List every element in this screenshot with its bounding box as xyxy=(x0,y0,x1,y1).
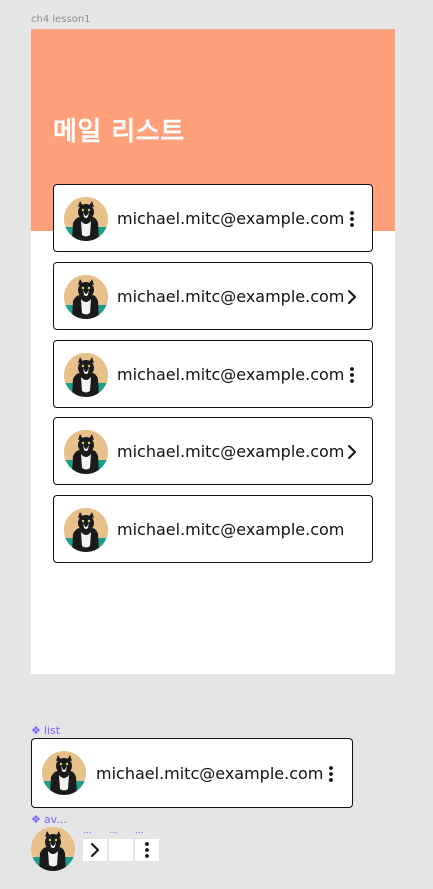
list-component[interactable]: michael.mitc@example.com xyxy=(31,738,353,808)
mail-list-row[interactable]: michael.mitc@example.com xyxy=(53,417,373,485)
chevron-right-icon[interactable] xyxy=(83,839,107,861)
empty-icon-slot[interactable] xyxy=(109,839,133,861)
page-title: 메일 리스트 xyxy=(53,117,185,147)
mail-list-row[interactable]: michael.mitc@example.com xyxy=(53,262,373,330)
email-address: michael.mitc@example.com xyxy=(117,209,345,228)
avatar xyxy=(64,508,108,552)
icon-variant-label: ... xyxy=(135,826,144,836)
mail-list-row[interactable]: michael.mitc@example.com xyxy=(53,340,373,408)
email-address: michael.mitc@example.com xyxy=(117,442,345,461)
avatar-component-label[interactable]: ❖ av... xyxy=(31,813,67,826)
component-icon: ❖ xyxy=(31,813,41,826)
avatar xyxy=(64,430,108,474)
more-vertical-icon[interactable] xyxy=(344,366,360,384)
email-address: michael.mitc@example.com xyxy=(117,365,345,384)
more-vertical-icon[interactable] xyxy=(135,839,159,861)
frame-label: ch4 lesson1 xyxy=(31,14,91,25)
chevron-right-icon[interactable] xyxy=(344,443,360,461)
mail-list-row[interactable]: michael.mitc@example.com xyxy=(53,184,373,252)
more-vertical-icon[interactable] xyxy=(323,765,339,783)
mail-list-row[interactable]: michael.mitc@example.com xyxy=(53,495,373,563)
avatar-component[interactable] xyxy=(31,827,75,871)
icon-variant-label: ... xyxy=(109,826,118,836)
more-vertical-icon[interactable] xyxy=(344,210,360,228)
chevron-right-icon[interactable] xyxy=(344,288,360,306)
email-address: michael.mitc@example.com xyxy=(96,764,324,783)
email-address: michael.mitc@example.com xyxy=(117,520,345,539)
icon-variant-label: ... xyxy=(83,826,92,836)
avatar xyxy=(42,751,86,795)
avatar xyxy=(64,197,108,241)
email-address: michael.mitc@example.com xyxy=(117,287,345,306)
mail-list-frame: 메일 리스트 michael.mitc@example.com michael.… xyxy=(31,29,395,674)
avatar xyxy=(64,353,108,397)
list-component-label[interactable]: ❖ list xyxy=(31,724,60,737)
avatar xyxy=(64,275,108,319)
component-icon: ❖ xyxy=(31,724,41,737)
